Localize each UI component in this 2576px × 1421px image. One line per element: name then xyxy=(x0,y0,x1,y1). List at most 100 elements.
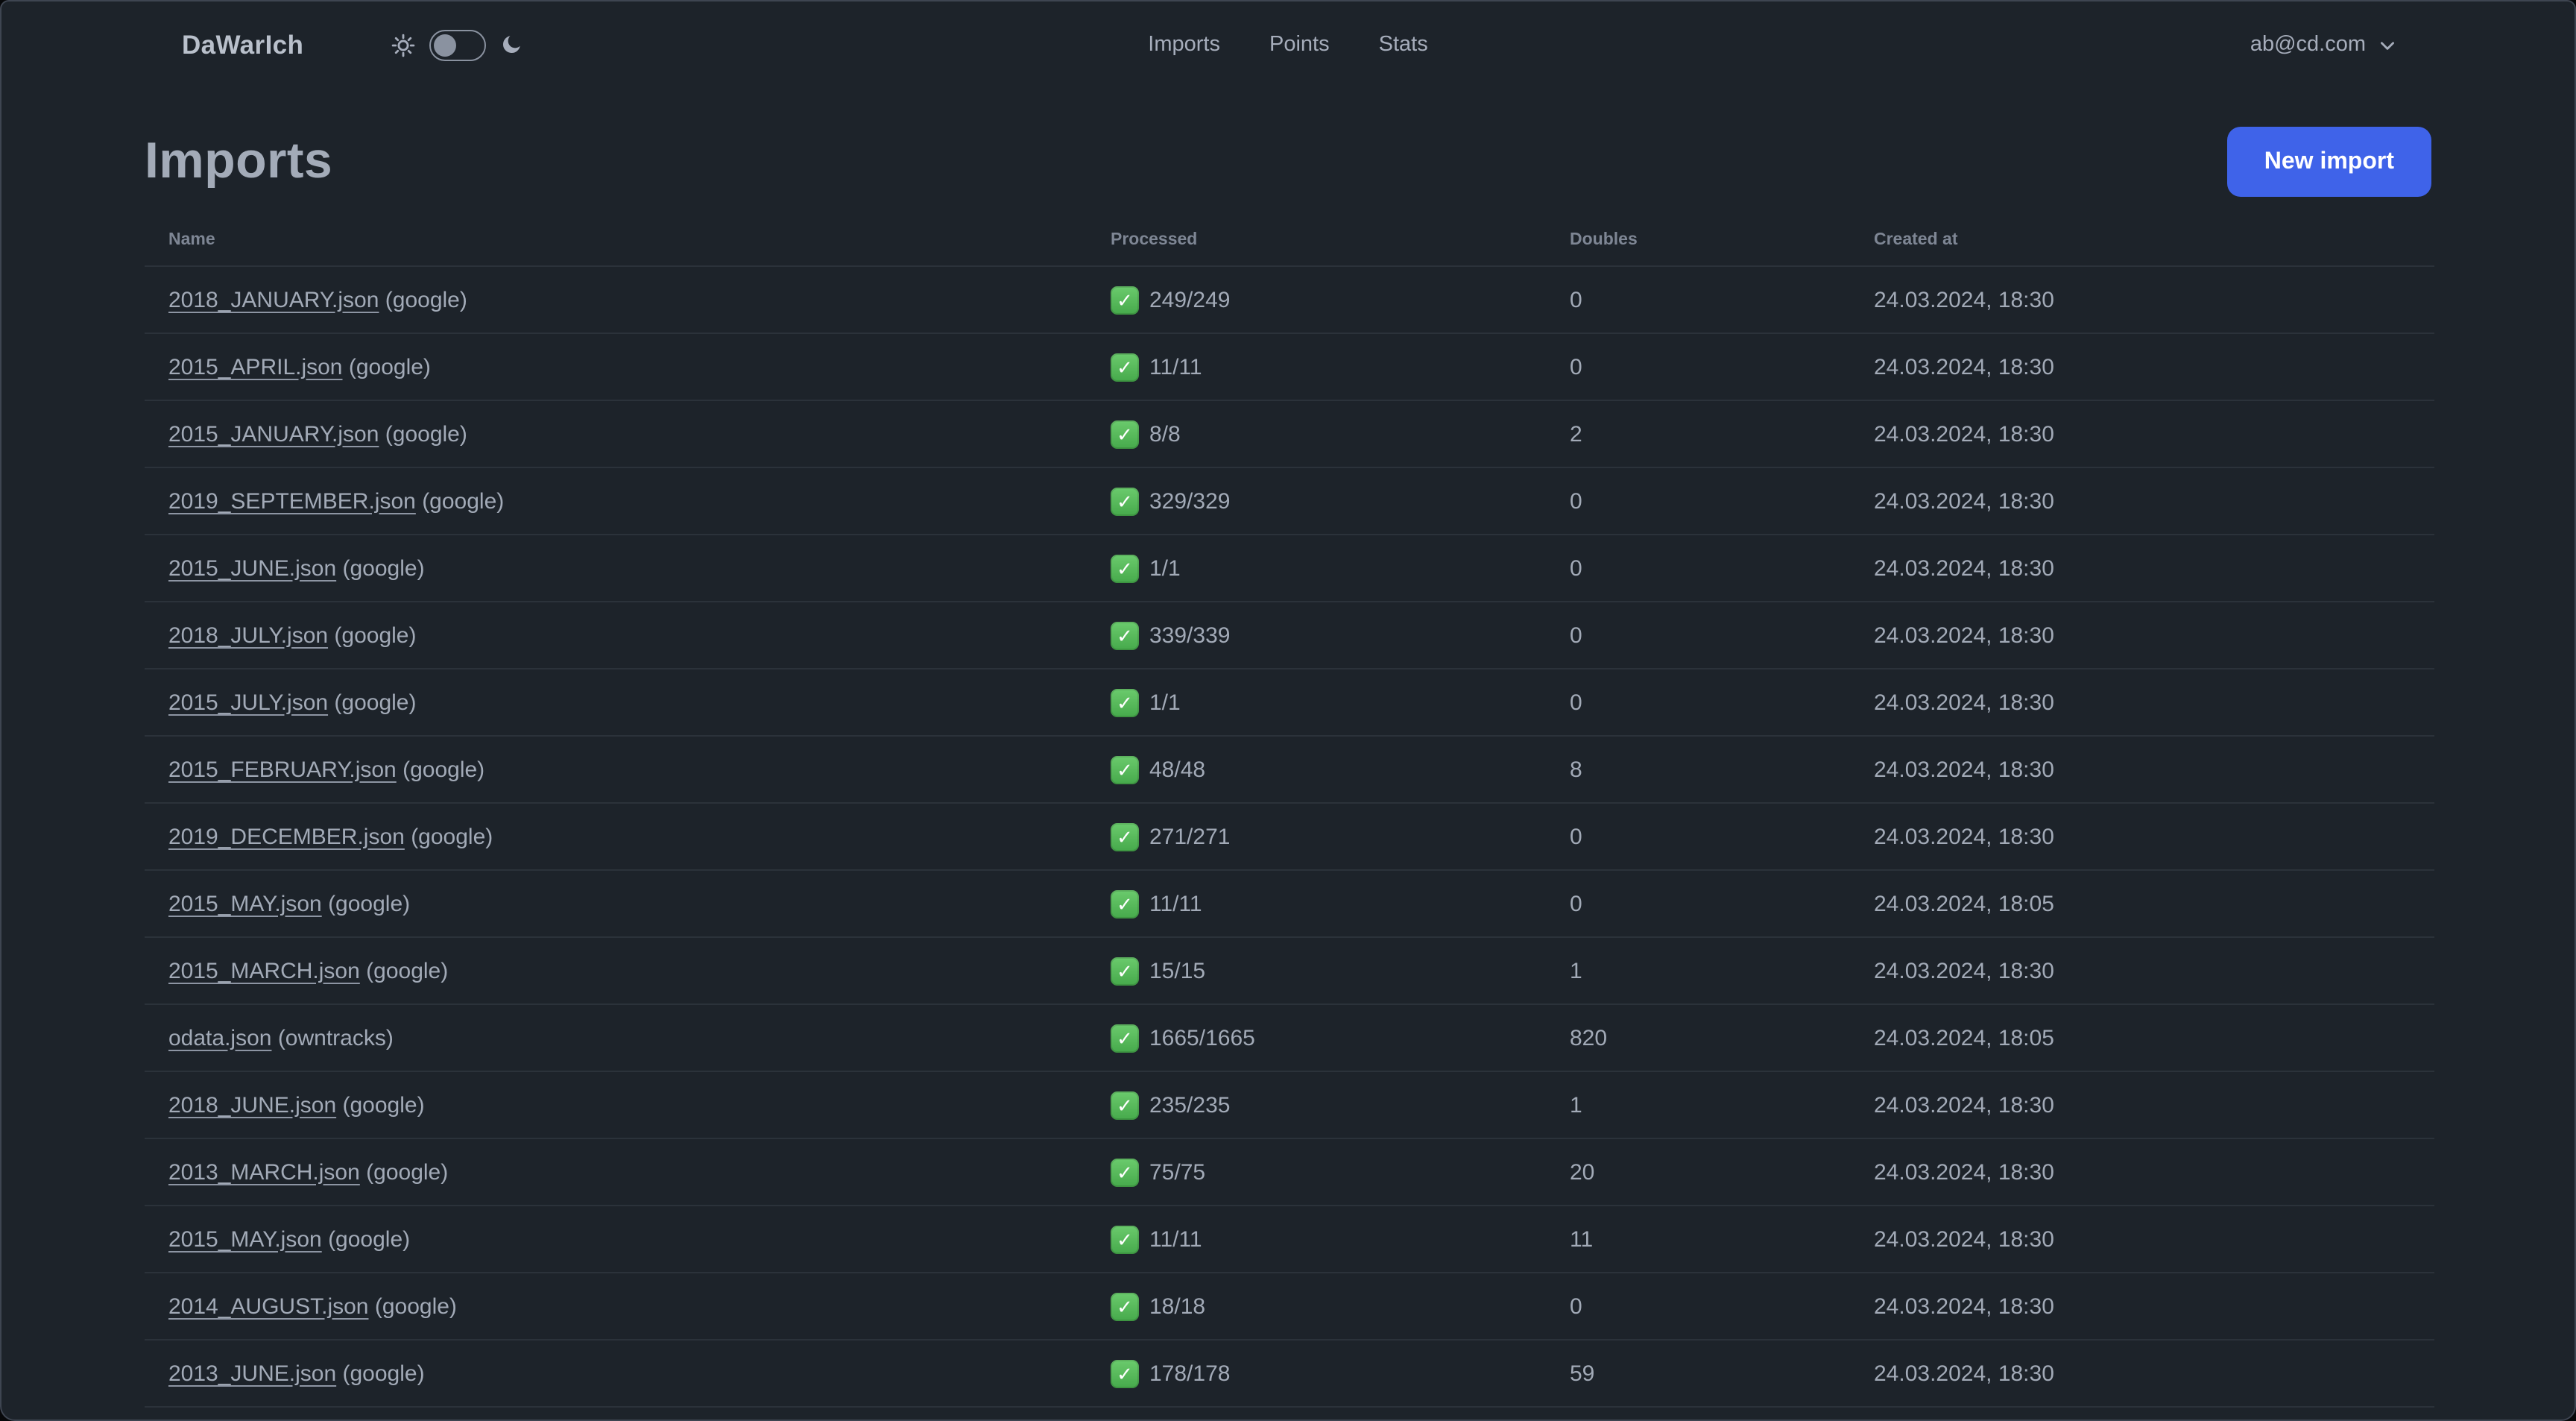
created-at-cell: 24.03.2024, 18:30 xyxy=(1868,1340,2434,1408)
import-file-link[interactable]: odata.json xyxy=(168,1025,271,1050)
moon-icon xyxy=(499,33,523,57)
created-at-cell: 24.03.2024, 18:30 xyxy=(1868,1206,2434,1273)
check-icon: ✓ xyxy=(1111,621,1139,649)
name-cell: odata.json (owntracks) xyxy=(145,1004,1105,1072)
name-cell: 2014_AUGUST.json (google) xyxy=(145,1273,1105,1340)
name-cell: 2015_MARCH.json (google) xyxy=(145,937,1105,1005)
name-cell xyxy=(145,1407,1105,1420)
column-header-doubles: Doubles xyxy=(1564,215,1868,267)
import-file-link[interactable]: 2019_DECEMBER.json xyxy=(168,824,405,849)
import-file-link[interactable]: 2018_JANUARY.json xyxy=(168,287,379,312)
processed-cell: ✓ 249/249 xyxy=(1105,266,1564,334)
processed-cell: ✓ 15/15 xyxy=(1105,937,1564,1005)
check-icon: ✓ xyxy=(1111,1024,1139,1052)
import-file-link[interactable]: 2014_AUGUST.json xyxy=(168,1294,369,1319)
import-source-label: (owntracks) xyxy=(277,1025,394,1050)
check-icon: ✓ xyxy=(1111,554,1139,582)
check-icon: ✓ xyxy=(1111,286,1139,314)
name-cell: 2015_JUNE.json (google) xyxy=(145,535,1105,602)
processed-count: 15/15 xyxy=(1149,958,1206,983)
check-icon: ✓ xyxy=(1111,487,1139,515)
processed-cell: ✓ 339/339 xyxy=(1105,602,1564,669)
import-file-link[interactable]: 2015_JULY.json xyxy=(168,690,328,715)
nav-item-stats[interactable]: Stats xyxy=(1379,33,1428,57)
table-row: 2013_JUNE.json (google) ✓ 178/178 59 24.… xyxy=(145,1340,2434,1408)
check-icon: ✓ xyxy=(1111,1292,1139,1320)
import-file-link[interactable]: 2019_SEPTEMBER.json xyxy=(168,488,416,514)
import-source-label: (google) xyxy=(348,354,431,379)
processed-cell: ✓ 75/75 xyxy=(1105,1138,1564,1206)
processed-cell: ✓ 11/11 xyxy=(1105,333,1564,401)
import-file-link[interactable]: 2018_JUNE.json xyxy=(168,1092,336,1118)
import-file-link[interactable]: 2018_JULY.json xyxy=(168,623,328,648)
theme-toggle[interactable] xyxy=(429,29,486,60)
created-at-cell: 24.03.2024, 18:30 xyxy=(1868,333,2434,401)
theme-toggle-group xyxy=(390,29,523,60)
name-cell: 2015_MAY.json (google) xyxy=(145,870,1105,938)
check-icon: ✓ xyxy=(1111,353,1139,381)
name-cell: 2019_SEPTEMBER.json (google) xyxy=(145,467,1105,535)
created-at-cell: 24.03.2024, 18:30 xyxy=(1868,467,2434,535)
table-row: 2018_JANUARY.json (google) ✓ 249/249 0 2… xyxy=(145,266,2434,334)
created-at-cell: 24.03.2024, 18:30 xyxy=(1868,669,2434,737)
name-cell: 2018_JULY.json (google) xyxy=(145,602,1105,669)
processed-count: 339/339 xyxy=(1149,623,1231,648)
table-row: ✓ xyxy=(145,1407,2434,1420)
import-source-label: (google) xyxy=(411,824,493,849)
app-logo[interactable]: DaWarIch xyxy=(182,29,303,60)
doubles-cell: 0 xyxy=(1564,602,1868,669)
table-header-row: Name Processed Doubles Created at xyxy=(145,215,2434,267)
check-icon: ✓ xyxy=(1111,1158,1139,1186)
import-file-link[interactable]: 2015_APRIL.json xyxy=(168,354,343,379)
table-row: 2015_MARCH.json (google) ✓ 15/15 1 24.03… xyxy=(145,937,2434,1005)
import-file-link[interactable]: 2013_MARCH.json xyxy=(168,1159,360,1185)
import-file-link[interactable]: 2015_JANUARY.json xyxy=(168,421,379,447)
check-icon: ✓ xyxy=(1111,1359,1139,1387)
import-file-link[interactable]: 2015_FEBRUARY.json xyxy=(168,757,397,782)
import-file-link[interactable]: 2015_MARCH.json xyxy=(168,958,360,983)
doubles-cell: 0 xyxy=(1564,467,1868,535)
created-at-cell: 24.03.2024, 18:30 xyxy=(1868,937,2434,1005)
doubles-cell: 0 xyxy=(1564,870,1868,938)
processed-count: 48/48 xyxy=(1149,757,1206,782)
user-menu[interactable]: ab@cd.com xyxy=(2250,33,2397,57)
processed-count: 11/11 xyxy=(1149,1226,1202,1252)
processed-count: 1/1 xyxy=(1149,690,1181,715)
created-at-cell: 24.03.2024, 18:30 xyxy=(1868,602,2434,669)
import-source-label: (google) xyxy=(422,488,505,514)
doubles-cell: 0 xyxy=(1564,266,1868,334)
import-source-label: (google) xyxy=(366,958,449,983)
processed-count: 235/235 xyxy=(1149,1092,1231,1118)
import-source-label: (google) xyxy=(342,1092,425,1118)
doubles-cell: 2 xyxy=(1564,400,1868,468)
table-row: 2015_APRIL.json (google) ✓ 11/11 0 24.03… xyxy=(145,333,2434,401)
import-file-link[interactable]: 2013_JUNE.json xyxy=(168,1361,336,1386)
import-source-label: (google) xyxy=(402,757,485,782)
import-file-link[interactable]: 2015_JUNE.json xyxy=(168,555,336,581)
table-row: 2015_MAY.json (google) ✓ 11/11 0 24.03.2… xyxy=(145,870,2434,938)
import-file-link[interactable]: 2015_MAY.json xyxy=(168,891,322,916)
check-icon: ✓ xyxy=(1111,957,1139,985)
import-source-label: (google) xyxy=(328,1226,411,1252)
doubles-cell: 59 xyxy=(1564,1340,1868,1408)
new-import-button[interactable]: New import xyxy=(2226,127,2431,197)
created-at-cell: 24.03.2024, 18:30 xyxy=(1868,1273,2434,1340)
doubles-cell: 1 xyxy=(1564,937,1868,1005)
check-icon: ✓ xyxy=(1111,688,1139,716)
created-at-cell: 24.03.2024, 18:30 xyxy=(1868,736,2434,804)
import-file-link[interactable]: 2015_MAY.json xyxy=(168,1226,322,1252)
processed-count: 18/18 xyxy=(1149,1294,1206,1319)
created-at-cell: 24.03.2024, 18:30 xyxy=(1868,535,2434,602)
table-row: 2015_JULY.json (google) ✓ 1/1 0 24.03.20… xyxy=(145,669,2434,737)
column-header-created-at: Created at xyxy=(1868,215,2434,267)
created-at-cell: 24.03.2024, 18:30 xyxy=(1868,1138,2434,1206)
nav-item-points[interactable]: Points xyxy=(1269,33,1330,57)
nav-item-imports[interactable]: Imports xyxy=(1148,33,1220,57)
check-icon: ✓ xyxy=(1111,1225,1139,1253)
sun-icon xyxy=(390,32,415,57)
created-at-cell: 24.03.2024, 18:05 xyxy=(1868,870,2434,938)
check-icon: ✓ xyxy=(1111,822,1139,851)
main-content: Imports New import Name Processed Double… xyxy=(1,127,2575,1420)
import-source-label: (google) xyxy=(342,1361,425,1386)
import-source-label: (google) xyxy=(342,555,425,581)
